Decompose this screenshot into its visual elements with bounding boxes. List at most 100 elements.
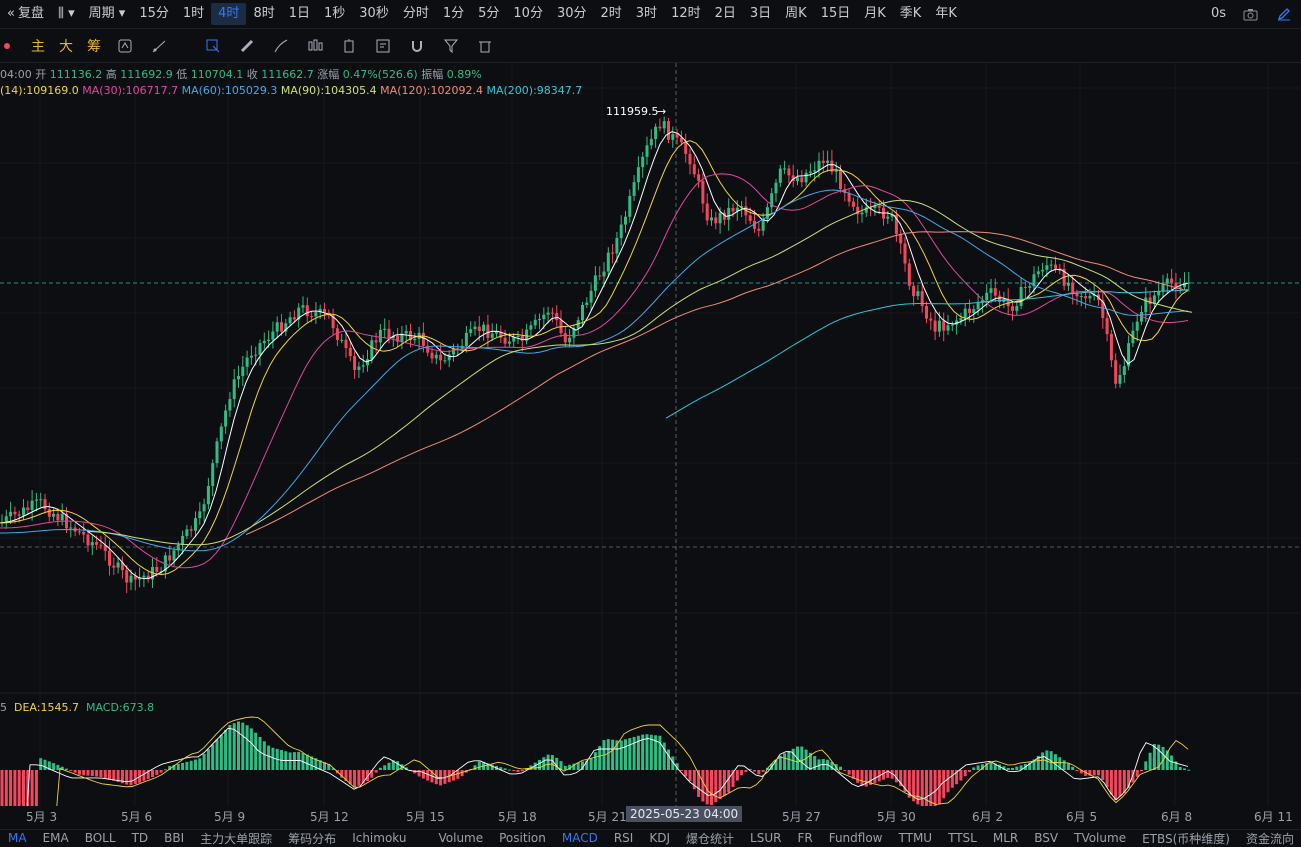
indicator-3[interactable]: TD [132, 831, 149, 845]
select-tool-icon[interactable] [201, 34, 225, 58]
compare-icon[interactable] [337, 34, 361, 58]
timeframe-19[interactable]: 月K [857, 3, 893, 25]
timeframe-17[interactable]: 周K [778, 3, 814, 25]
candle-body [976, 302, 980, 310]
timeframe-12[interactable]: 2时 [594, 3, 629, 25]
indicator-22[interactable]: ETBS(币种维度) [1142, 830, 1230, 847]
main-indicator-toggle[interactable]: 主 [31, 36, 45, 56]
brush-icon[interactable] [269, 34, 293, 58]
indicator-15[interactable]: FR [797, 831, 812, 845]
candle-body [568, 337, 572, 343]
timeframe-21[interactable]: 年K [928, 3, 964, 25]
settings-icon[interactable] [113, 34, 137, 58]
candle-body [1075, 293, 1079, 297]
timeframe-18[interactable]: 15日 [814, 3, 858, 25]
macd-histogram-bar [262, 741, 266, 770]
candle-body [353, 356, 357, 370]
indicator-19[interactable]: MLR [993, 831, 1018, 845]
candle-body [667, 121, 670, 140]
candle-body [69, 527, 73, 529]
timeframe-16[interactable]: 3日 [743, 3, 778, 25]
candle-body [288, 317, 292, 324]
candles-tool-icon[interactable] [303, 34, 327, 58]
indicator-11[interactable]: RSI [614, 831, 634, 845]
candle-body [361, 365, 365, 367]
candle-body [619, 224, 623, 238]
replay-button[interactable]: « 复盘 [0, 3, 51, 25]
indicator-14[interactable]: LSUR [750, 831, 781, 845]
candle-body [1118, 375, 1122, 384]
chip-toggle[interactable]: 筹 [87, 36, 101, 56]
macd-histogram-bar [503, 768, 507, 770]
big-order-toggle[interactable]: 大 [59, 36, 73, 56]
timeframe-11[interactable]: 30分 [550, 3, 594, 25]
macd-histogram-bar [421, 770, 425, 779]
candle-body [129, 575, 133, 583]
candle-body [602, 271, 606, 277]
period-dropdown[interactable]: 周期 ▾ [82, 3, 133, 25]
candle-body [632, 182, 636, 196]
indicator-17[interactable]: TTMU [899, 831, 933, 845]
camera-icon[interactable] [1238, 2, 1262, 26]
timeframe-0[interactable]: 15分 [132, 3, 176, 25]
candle-body [851, 201, 855, 207]
macd-histogram-bar [473, 765, 477, 770]
candle-body [43, 499, 47, 510]
price-chart[interactable]: 111959.5 → [0, 63, 1301, 806]
candle-body [877, 206, 881, 208]
indicator-23[interactable]: 资金流向 [1246, 830, 1294, 847]
timeframe-14[interactable]: 12时 [664, 3, 708, 25]
timeframe-3[interactable]: 8时 [246, 3, 281, 25]
indicator-9[interactable]: Position [499, 831, 546, 845]
line-tool-icon[interactable] [147, 34, 171, 58]
candle-body [99, 544, 103, 546]
indicator-2[interactable]: BOLL [85, 831, 116, 845]
timeframe-9[interactable]: 5分 [471, 3, 506, 25]
timeframe-20[interactable]: 季K [893, 3, 929, 25]
candle-body [701, 180, 705, 204]
indicator-21[interactable]: TVolume [1074, 831, 1126, 845]
indicator-18[interactable]: TTSL [948, 831, 977, 845]
ma14-line [0, 140, 1189, 576]
note-icon[interactable] [371, 34, 395, 58]
x-axis-tick: 5月 9 [214, 810, 246, 824]
indicator-12[interactable]: KDJ [649, 831, 670, 845]
filter-icon[interactable] [439, 34, 463, 58]
indicator-20[interactable]: BSV [1034, 831, 1058, 845]
candle-body [985, 292, 989, 301]
timeframe-7[interactable]: 分时 [396, 3, 436, 25]
trash-icon[interactable] [473, 34, 497, 58]
candle-body [47, 509, 51, 517]
candle-body [490, 333, 494, 338]
timeframe-10[interactable]: 10分 [506, 3, 550, 25]
indicator-4[interactable]: BBI [164, 831, 184, 845]
timeframe-1[interactable]: 1时 [176, 3, 211, 25]
ruler-icon[interactable] [235, 34, 259, 58]
magnet-icon[interactable] [405, 34, 429, 58]
chart-type-button[interactable]: ⫼ ▾ [51, 3, 82, 25]
macd-histogram-bar [292, 752, 296, 770]
timeframe-8[interactable]: 1分 [436, 3, 471, 25]
timeframe-5[interactable]: 1秒 [317, 3, 352, 25]
indicator-13[interactable]: 爆仓统计 [686, 830, 734, 847]
edit-icon[interactable] [1272, 2, 1296, 26]
indicator-10[interactable]: MACD [562, 831, 598, 845]
timeframe-4[interactable]: 1日 [282, 3, 317, 25]
indicator-5[interactable]: 主力大单跟踪 [200, 830, 272, 847]
timeframe-2[interactable]: 4时 [211, 3, 247, 25]
candle-body [1148, 297, 1152, 305]
candle-body [254, 354, 258, 356]
timeframe-6[interactable]: 30秒 [352, 3, 396, 25]
indicator-8[interactable]: Volume [438, 831, 483, 845]
x-axis-tick: 5月 3 [26, 810, 58, 824]
timeframe-13[interactable]: 3时 [629, 3, 664, 25]
timeframe-15[interactable]: 2日 [708, 3, 743, 25]
indicator-7[interactable]: Ichimoku [352, 831, 406, 845]
collapse-dot[interactable] [4, 42, 10, 49]
indicator-16[interactable]: Fundflow [829, 831, 883, 845]
indicator-1[interactable]: EMA [43, 831, 69, 845]
indicator-0[interactable]: MA [8, 831, 27, 845]
macd-histogram-bar [740, 770, 744, 776]
indicator-6[interactable]: 筹码分布 [288, 830, 336, 847]
candle-body [142, 575, 146, 578]
